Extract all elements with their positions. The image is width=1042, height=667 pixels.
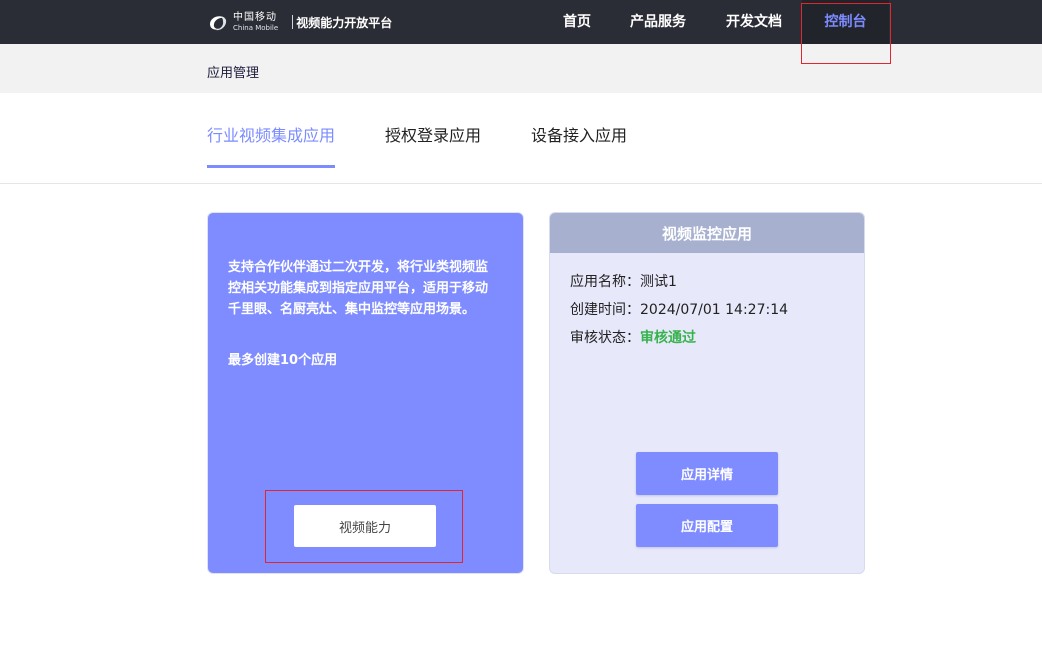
nav-home[interactable]: 首页 (563, 0, 591, 44)
top-bar: 中国移动 China Mobile 视频能力开放平台 首页 产品服务 开发文档 … (0, 0, 1042, 44)
main-nav: 首页 产品服务 开发文档 控制台 (0, 0, 1042, 44)
nav-console[interactable]: 控制台 (802, 0, 889, 44)
app-config-button[interactable]: 应用配置 (636, 504, 778, 547)
app-detail-button[interactable]: 应用详情 (636, 452, 778, 495)
app-card-title: 视频监控应用 (550, 213, 864, 253)
status-badge: 审核通过 (640, 330, 696, 346)
nav-docs[interactable]: 开发文档 (726, 0, 782, 44)
tab-bar (0, 93, 1042, 184)
app-name-value: 测试1 (640, 274, 677, 290)
breadcrumb-bar (0, 44, 1042, 93)
nav-products[interactable]: 产品服务 (630, 0, 686, 44)
app-status-label: 审核状态： (570, 330, 640, 346)
app-status-row: 审核状态：审核通过 (570, 327, 696, 347)
app-created-label: 创建时间： (570, 302, 640, 318)
breadcrumb[interactable]: 应用管理 (207, 62, 259, 81)
tab-auth-login[interactable]: 授权登录应用 (385, 122, 481, 168)
app-name-label: 应用名称： (570, 274, 640, 290)
app-name-row: 应用名称：测试1 (570, 271, 677, 291)
tab-industry-video[interactable]: 行业视频集成应用 (207, 122, 335, 168)
app-created-row: 创建时间：2024/07/01 14:27:14 (570, 299, 788, 319)
create-app-limit: 最多创建10个应用 (228, 353, 338, 368)
video-capability-button[interactable]: 视频能力 (294, 505, 436, 547)
tab-device-access[interactable]: 设备接入应用 (531, 122, 627, 168)
app-created-value: 2024/07/01 14:27:14 (640, 302, 789, 318)
create-app-description: 支持合作伙伴通过二次开发，将行业类视频监控相关功能集成到指定应用平台，适用于移动… (228, 260, 489, 317)
